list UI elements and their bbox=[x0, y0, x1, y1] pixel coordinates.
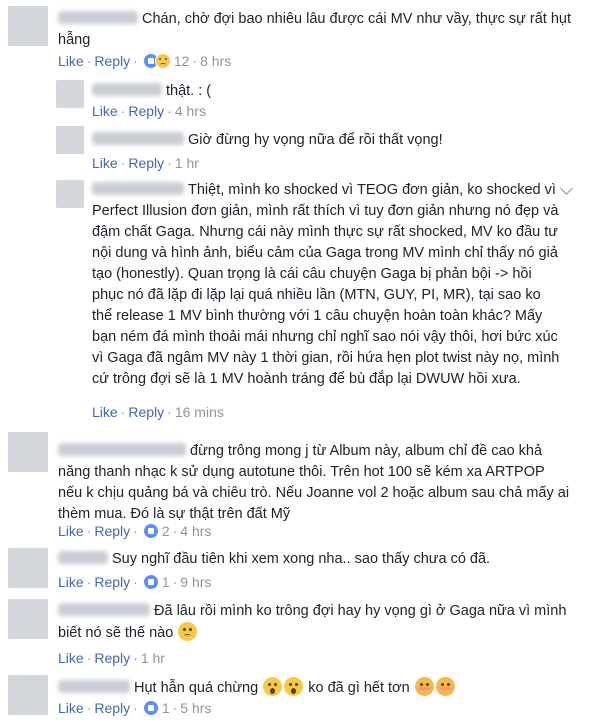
commenter-name[interactable] bbox=[58, 443, 186, 456]
like-button[interactable]: Like bbox=[92, 155, 118, 171]
comment-text: thật. : ( bbox=[92, 81, 562, 102]
chevron-down-icon[interactable] bbox=[560, 182, 573, 195]
like-button[interactable]: Like bbox=[58, 700, 84, 716]
reply-button[interactable]: Reply bbox=[94, 574, 130, 590]
like-button[interactable]: Like bbox=[58, 574, 84, 590]
like-button[interactable]: Like bbox=[58, 650, 84, 666]
comment-time[interactable]: 1 hr bbox=[175, 155, 199, 171]
commenter-name[interactable] bbox=[58, 680, 130, 693]
avatar[interactable] bbox=[56, 80, 84, 108]
comment-text: Suy nghĩ đầu tiên khi xem xong nha.. sao… bbox=[58, 549, 570, 570]
like-button[interactable]: Like bbox=[58, 523, 84, 539]
comment-time[interactable]: 9 hrs bbox=[180, 574, 211, 590]
comment-actions: Like · Reply · 1 · 9 hrs bbox=[58, 574, 212, 590]
reply-button[interactable]: Reply bbox=[128, 155, 164, 171]
avatar[interactable] bbox=[8, 548, 48, 588]
comment-text: đừng trông mong j từ Album này, album ch… bbox=[58, 443, 570, 522]
avatar[interactable] bbox=[8, 675, 48, 715]
commenter-name[interactable] bbox=[58, 603, 150, 616]
commenter-name[interactable] bbox=[58, 11, 138, 24]
avatar[interactable] bbox=[56, 180, 84, 208]
flushed-emoji-icon bbox=[435, 677, 455, 696]
flushed-emoji-icon bbox=[414, 677, 434, 696]
comment-text: Thiệt, mình ko shocked vì TEOG đơn giản,… bbox=[92, 182, 560, 387]
commenter-name[interactable] bbox=[92, 182, 184, 195]
comment-actions: Like · Reply · 12 · 8 hrs bbox=[58, 53, 232, 69]
reply-button[interactable]: Reply bbox=[94, 700, 130, 716]
comment-actions: Like · Reply · 2 · 4 hrs bbox=[58, 523, 212, 539]
reaction-count[interactable]: 1 bbox=[162, 700, 170, 716]
reply-button[interactable]: Reply bbox=[94, 650, 130, 666]
comment-actions: Like · Reply · 1 hr bbox=[58, 650, 165, 666]
reaction-icons[interactable] bbox=[142, 523, 161, 539]
comment-time[interactable]: 4 hrs bbox=[180, 523, 211, 539]
like-button[interactable]: Like bbox=[92, 103, 118, 119]
reply-button[interactable]: Reply bbox=[128, 404, 164, 420]
reply-button[interactable]: Reply bbox=[94, 523, 130, 539]
sad-reaction-icon bbox=[154, 53, 171, 69]
like-reaction-icon bbox=[142, 523, 159, 539]
commenter-name[interactable] bbox=[92, 132, 184, 145]
comment-time[interactable]: 5 hrs bbox=[180, 700, 211, 716]
reaction-count[interactable]: 1 bbox=[162, 574, 170, 590]
like-reaction-icon bbox=[142, 700, 159, 716]
comment-time[interactable]: 8 hrs bbox=[200, 53, 231, 69]
commenter-name[interactable] bbox=[92, 83, 162, 96]
comment-text: Chán, chờ đợi bao nhiêu lâu được cái MV … bbox=[58, 11, 571, 48]
avatar[interactable] bbox=[56, 126, 84, 154]
comment-actions: Like · Reply · 16 mins bbox=[92, 404, 224, 420]
reaction-icons[interactable] bbox=[142, 700, 161, 716]
comment-text: Hụt hẫn quá chừng ko đã gì hết tơn bbox=[58, 677, 570, 699]
like-button[interactable]: Like bbox=[92, 404, 118, 420]
comment-time[interactable]: 1 hr bbox=[141, 650, 165, 666]
reply-button[interactable]: Reply bbox=[128, 103, 164, 119]
reaction-icons[interactable] bbox=[142, 574, 161, 590]
comment-actions: Like · Reply · 1 · 5 hrs bbox=[58, 700, 212, 716]
commenter-name[interactable] bbox=[58, 551, 108, 564]
comment-text: Đã lâu rồi mình ko trông đợi hay hy vọng… bbox=[58, 603, 567, 641]
comment-time[interactable]: 4 hrs bbox=[175, 103, 206, 119]
avatar[interactable] bbox=[8, 6, 48, 46]
comment-actions: Like · Reply · 4 hrs bbox=[92, 103, 206, 119]
wow-emoji-icon bbox=[284, 677, 304, 696]
comment-actions: Like · Reply · 1 hr bbox=[92, 155, 199, 171]
reply-button[interactable]: Reply bbox=[94, 53, 130, 69]
like-button[interactable]: Like bbox=[58, 53, 84, 69]
comment-text: Giờ đừng hy vọng nữa để rồi thất vọng! bbox=[92, 130, 562, 151]
like-reaction-icon bbox=[142, 574, 159, 590]
avatar[interactable] bbox=[8, 599, 48, 639]
wow-emoji-icon bbox=[263, 677, 283, 696]
avatar[interactable] bbox=[8, 432, 48, 472]
worried-emoji-icon bbox=[178, 622, 198, 641]
reaction-icons[interactable] bbox=[142, 53, 173, 69]
comment-time[interactable]: 16 mins bbox=[175, 404, 224, 420]
reaction-count[interactable]: 12 bbox=[174, 53, 190, 69]
reaction-count[interactable]: 2 bbox=[162, 523, 170, 539]
